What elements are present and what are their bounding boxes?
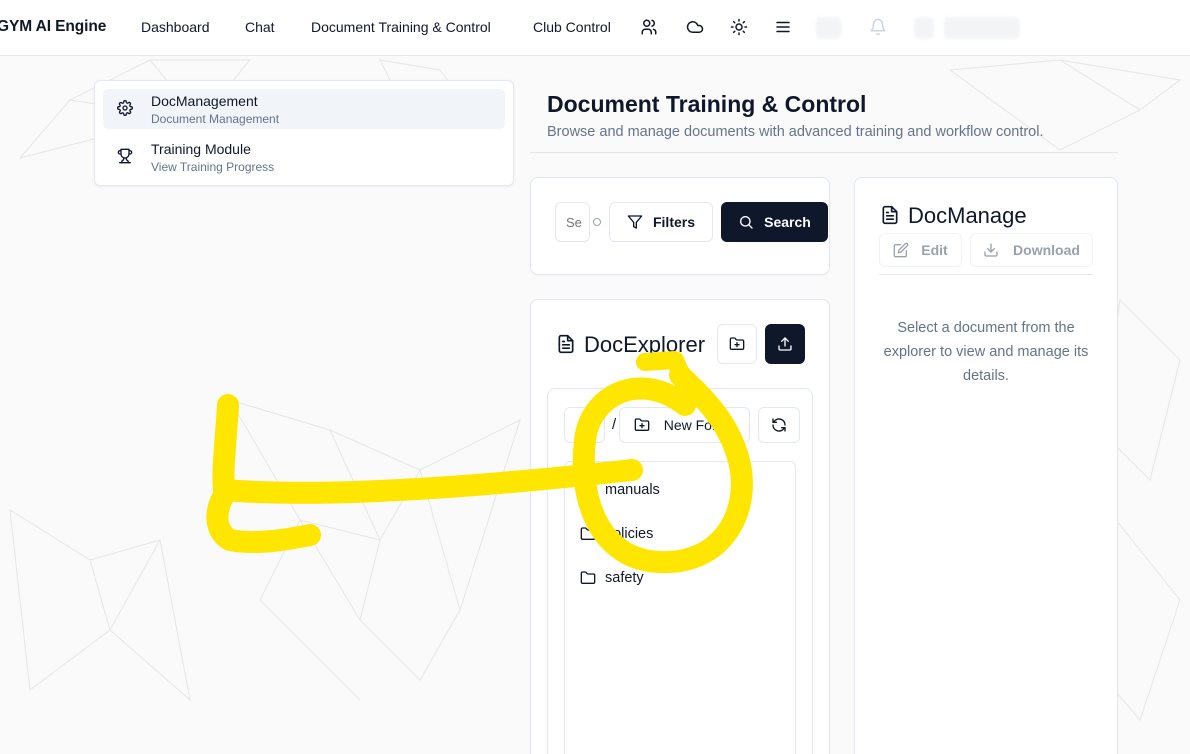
upload-icon [778, 337, 792, 351]
menu-icon[interactable] [774, 18, 794, 38]
parent-directory-button[interactable]: .. [564, 407, 605, 443]
nav-link-dashboard[interactable]: Dashboard [141, 19, 210, 35]
parent-directory-label: .. [581, 418, 588, 432]
file-text-icon [556, 334, 576, 354]
folder-icon [580, 527, 596, 540]
blurred-control[interactable] [816, 17, 842, 39]
bell-icon[interactable] [869, 18, 889, 38]
search-input[interactable] [555, 202, 590, 242]
download-icon [984, 243, 998, 257]
menu-item-training-module[interactable]: Training Module View Training Progress [103, 137, 505, 177]
edit-button[interactable]: Edit [879, 233, 962, 267]
download-label: Download [1013, 242, 1080, 258]
sun-icon[interactable] [730, 18, 750, 38]
menu-item-subtitle: Document Management [151, 112, 280, 126]
refresh-button[interactable] [758, 407, 800, 443]
manage-divider [879, 274, 1093, 275]
menu-item-title: DocManagement [151, 93, 258, 109]
users-icon[interactable] [640, 18, 660, 38]
module-menu: DocManagement Document Management Traini… [94, 80, 514, 186]
cloud-icon[interactable] [686, 18, 706, 38]
nav-link-club-control[interactable]: Club Control [533, 19, 611, 35]
folder-item-manuals[interactable]: manuals [580, 479, 660, 501]
brand-logo-text[interactable]: GYM AI Engine [0, 18, 106, 36]
upload-button[interactable] [765, 324, 805, 364]
new-folder-label: New Folder [663, 417, 736, 433]
page-description: Browse and manage documents with advance… [547, 124, 1044, 140]
search-button[interactable]: Search [721, 202, 828, 242]
folder-name: policies [605, 526, 654, 542]
folder-name: safety [605, 570, 644, 586]
nav-link-document-training[interactable]: Document Training & Control [311, 19, 491, 35]
menu-item-title: Training Module [151, 141, 251, 157]
gear-icon [117, 100, 135, 118]
file-text-icon [880, 205, 900, 225]
folder-plus-icon [634, 418, 650, 431]
folder-icon [580, 571, 596, 584]
folder-name: manuals [605, 482, 660, 498]
path-separator: / [612, 416, 617, 433]
header-divider [530, 152, 1118, 153]
filters-button[interactable]: Filters [609, 202, 713, 242]
search-icon [740, 216, 753, 229]
folder-item-safety[interactable]: safety [580, 567, 644, 589]
folder-plus-icon [729, 337, 745, 350]
page-title: Document Training & Control [547, 91, 867, 117]
filter-icon [627, 215, 643, 229]
top-navbar: GYM AI Engine Dashboard Chat Document Tr… [0, 0, 1190, 56]
trophy-icon [117, 148, 135, 166]
edit-icon [893, 242, 909, 258]
folder-list [564, 461, 796, 754]
menu-item-subtitle: View Training Progress [151, 160, 275, 174]
doc-manage-title: DocManage [908, 203, 1027, 228]
folder-item-policies[interactable]: policies [580, 523, 653, 545]
download-button[interactable]: Download [970, 233, 1093, 267]
refresh-icon [772, 418, 786, 432]
edit-label: Edit [921, 242, 948, 258]
nav-link-chat[interactable]: Chat [245, 19, 275, 35]
filters-label: Filters [652, 214, 695, 230]
user-menu-button[interactable] [944, 17, 1020, 39]
avatar[interactable] [914, 17, 934, 39]
clear-search-icon[interactable] [593, 218, 601, 226]
menu-item-docmanagement[interactable]: DocManagement Document Management [103, 89, 505, 129]
add-folder-button[interactable] [717, 324, 757, 364]
folder-icon [580, 483, 596, 496]
search-label: Search [764, 214, 811, 230]
doc-explorer-title: DocExplorer [584, 332, 706, 357]
empty-state-text: Select a document from the explorer to v… [883, 320, 1089, 384]
new-folder-button[interactable]: New Folder [619, 407, 750, 443]
